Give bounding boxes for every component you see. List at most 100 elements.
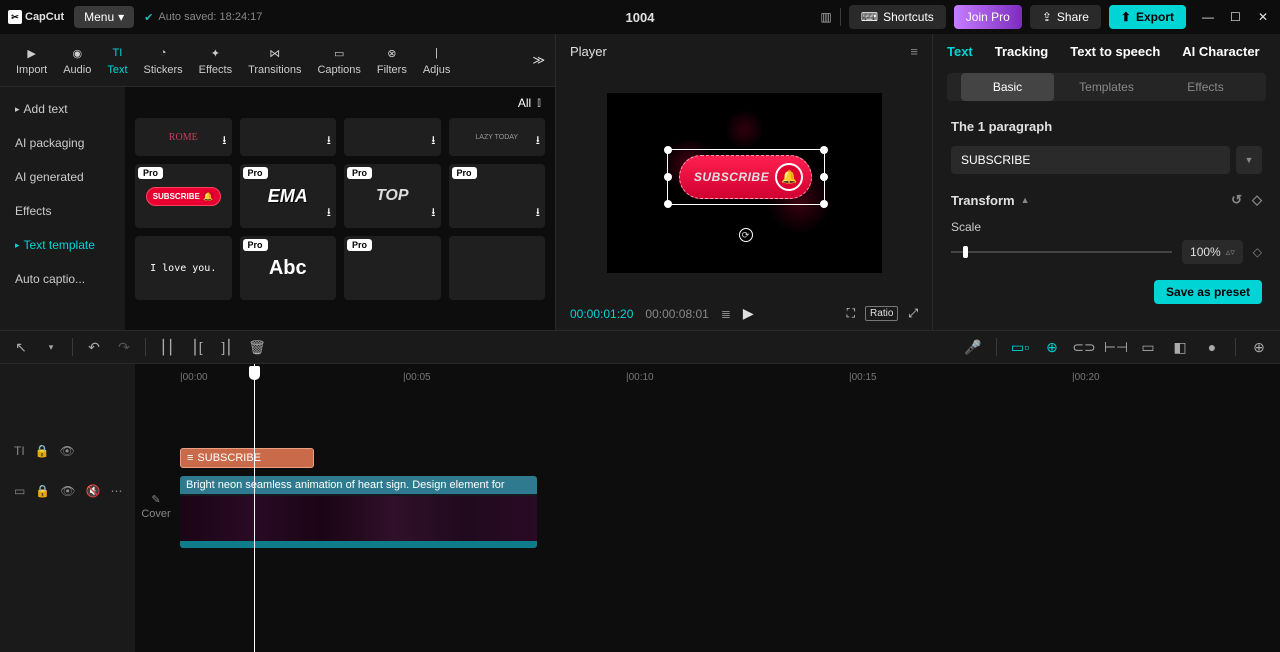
rp-subtab-effects[interactable]: Effects (1159, 73, 1252, 101)
sidebar-item-ai-generated[interactable]: AI generated (0, 160, 125, 194)
download-icon[interactable]: ⭳ (431, 203, 435, 224)
join-pro-button[interactable]: Join Pro (954, 5, 1022, 29)
template-item[interactable]: Pro⭳ (449, 164, 546, 228)
sidebar-item-add-text[interactable]: ▸Add text (0, 92, 125, 126)
rotate-handle[interactable]: ⟳ (739, 228, 753, 242)
maximize-icon[interactable]: ☐ (1230, 10, 1244, 24)
tab-text[interactable]: TIText (101, 40, 133, 80)
rp-tab-ai-character[interactable]: AI Character (1182, 44, 1259, 59)
keyframe-icon[interactable]: ◇ (1252, 192, 1262, 208)
trim-left-icon[interactable]: ⎮[ (188, 338, 206, 356)
reset-icon[interactable]: ↺ (1231, 192, 1242, 208)
filter-icon[interactable]: ⫾ (537, 95, 541, 110)
magnet-icon[interactable]: ▭▫ (1011, 338, 1029, 356)
slider-thumb[interactable] (963, 246, 968, 258)
play-icon[interactable]: ▶ (743, 305, 754, 322)
subscribe-graphic[interactable]: SUBSCRIBE 🔔 (679, 155, 812, 199)
template-item[interactable]: Pro (344, 236, 441, 300)
undo-icon[interactable]: ↶ (85, 338, 103, 356)
snap-icon[interactable]: ⊕ (1043, 338, 1061, 356)
track-icon[interactable]: ◧ (1171, 338, 1189, 356)
redo-icon[interactable]: ↷ (115, 338, 133, 356)
save-preset-button[interactable]: Save as preset (1154, 280, 1262, 304)
fullscreen-icon[interactable]: ⤢ (908, 306, 918, 321)
eye-icon[interactable]: 👁 (60, 484, 75, 498)
sidebar-item-auto-captions[interactable]: Auto captio... (0, 262, 125, 296)
split-icon[interactable]: ⎮⎮ (158, 338, 176, 356)
trim-right-icon[interactable]: ]⎮ (218, 338, 236, 356)
preview-canvas[interactable]: SUBSCRIBE 🔔 ⟳ (607, 93, 882, 273)
chevron-down-icon[interactable]: ▾ (42, 338, 60, 356)
playhead-handle[interactable] (249, 366, 260, 380)
menu-button[interactable]: Menu ▾ (74, 6, 134, 28)
layout-icon[interactable]: ▥ (820, 10, 831, 24)
timeline-tracks[interactable]: |00:00 |00:05 |00:10 |00:15 |00:20 ≡ SUB… (135, 364, 1280, 652)
template-item[interactable]: ProSUBSCRIBE🔔 (135, 164, 232, 228)
shortcuts-button[interactable]: ⌨ Shortcuts (849, 5, 946, 29)
align-icon[interactable]: ⊢⊣ (1107, 338, 1125, 356)
template-item[interactable]: ProTOP⭳ (344, 164, 441, 228)
playhead[interactable] (254, 364, 255, 652)
template-item[interactable] (449, 236, 546, 300)
preview-icon[interactable]: ▭ (1139, 338, 1157, 356)
lock-icon[interactable]: 🔒 (35, 484, 50, 498)
scale-value[interactable]: 100%▵▿ (1182, 240, 1243, 264)
rp-tab-text[interactable]: Text (947, 44, 973, 59)
tab-audio[interactable]: ◉Audio (57, 40, 97, 80)
download-icon[interactable]: ⭳ (327, 203, 331, 224)
rp-subtab-templates[interactable]: Templates (1060, 73, 1153, 101)
sidebar-item-effects[interactable]: Effects (0, 194, 125, 228)
chevron-right-icon[interactable]: ≫ (532, 53, 545, 67)
time-ruler[interactable]: |00:00 |00:05 |00:10 |00:15 |00:20 (135, 364, 1280, 392)
template-item[interactable]: I love you. (135, 236, 232, 300)
filter-all[interactable]: All (518, 96, 531, 110)
tab-effects[interactable]: ✦Effects (193, 40, 238, 80)
tab-transitions[interactable]: ⋈Transitions (242, 40, 307, 80)
eye-icon[interactable]: 👁 (60, 444, 75, 458)
cursor-icon[interactable]: ↖ (12, 338, 30, 356)
chevron-up-icon[interactable]: ▲ (1021, 195, 1030, 205)
mic-icon[interactable]: 🎤 (964, 338, 982, 356)
share-button[interactable]: ⇪ Share (1030, 5, 1101, 29)
frame-icon[interactable]: ⛶ (847, 306, 855, 321)
template-item[interactable]: ⭳ (344, 118, 441, 156)
tab-import[interactable]: ▶Import (10, 40, 53, 80)
lock-icon[interactable]: 🔒 (35, 444, 50, 458)
rp-subtab-basic[interactable]: Basic (961, 73, 1054, 101)
more-icon[interactable]: ⋯ (110, 484, 122, 498)
text-input[interactable] (951, 146, 1230, 174)
ratio-button[interactable]: Ratio (865, 306, 898, 321)
tab-adjust[interactable]: |Adjus (417, 40, 457, 80)
template-item[interactable]: ROME⭳ (135, 118, 232, 156)
scale-slider[interactable] (951, 251, 1172, 253)
template-item[interactable]: ProEMA⭳ (240, 164, 337, 228)
template-item[interactable]: ⭳ (240, 118, 337, 156)
minimize-icon[interactable]: — (1202, 10, 1216, 24)
template-item[interactable]: ProAbc (240, 236, 337, 300)
tab-filters[interactable]: ⊗Filters (371, 40, 413, 80)
lines-icon[interactable]: ≣ (721, 307, 731, 321)
mute-icon[interactable]: 🔇 (86, 484, 101, 498)
download-icon[interactable]: ⭳ (536, 203, 540, 224)
sidebar-item-text-template[interactable]: ▸Text template (0, 228, 125, 262)
keyframe-icon[interactable]: ◇ (1253, 245, 1262, 259)
rp-tab-tracking[interactable]: Tracking (995, 44, 1048, 59)
tab-stickers[interactable]: ◔Stickers (138, 40, 189, 80)
download-icon[interactable]: ⭳ (431, 131, 435, 152)
rp-tab-tts[interactable]: Text to speech (1070, 44, 1160, 59)
selection-box[interactable]: SUBSCRIBE 🔔 ⟳ (667, 149, 825, 205)
text-clip[interactable]: ≡ SUBSCRIBE (180, 448, 314, 468)
video-clip[interactable]: Bright neon seamless animation of heart … (180, 476, 537, 548)
delete-icon[interactable]: 🗑 (248, 338, 266, 356)
download-icon[interactable]: ⭳ (327, 131, 331, 152)
hamburger-icon[interactable]: ≡ (910, 44, 918, 59)
download-icon[interactable]: ⭳ (222, 131, 226, 152)
circle-icon[interactable]: ● (1203, 338, 1221, 356)
download-icon[interactable]: ⭳ (536, 131, 540, 152)
export-button[interactable]: ⬆ Export (1109, 5, 1186, 29)
template-item[interactable]: LAZY TODAY⭳ (449, 118, 546, 156)
text-dropdown[interactable]: ▼ (1236, 146, 1262, 174)
link-icon[interactable]: ⊂⊃ (1075, 338, 1093, 356)
tab-captions[interactable]: ▭Captions (311, 40, 366, 80)
close-icon[interactable]: ✕ (1258, 10, 1272, 24)
